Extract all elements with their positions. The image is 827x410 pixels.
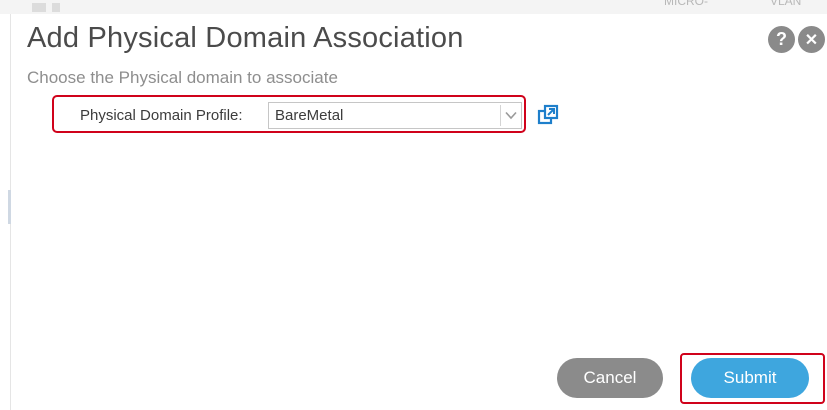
physical-domain-profile-label: Physical Domain Profile:: [80, 107, 243, 124]
select-value: BareMetal: [275, 107, 344, 124]
physical-domain-profile-select[interactable]: BareMetal: [268, 102, 522, 129]
submit-button[interactable]: Submit: [691, 358, 809, 398]
chevron-down-icon[interactable]: [504, 108, 518, 122]
close-glyph: ✕: [804, 31, 819, 49]
background-column-header: MICRO-: [664, 0, 708, 8]
background-column-header: VLAN: [770, 0, 802, 8]
dialog-header-actions: ? ✕: [768, 26, 825, 53]
cancel-button[interactable]: Cancel: [557, 358, 663, 398]
help-glyph: ?: [776, 29, 787, 49]
background-cell: [32, 3, 46, 12]
add-physical-domain-dialog: Add Physical Domain Association ? ✕ Choo…: [11, 14, 827, 410]
close-icon[interactable]: ✕: [798, 26, 825, 53]
background-table-header: MICRO- VLAN: [0, 0, 827, 14]
help-icon[interactable]: ?: [768, 26, 795, 53]
dialog-title: Add Physical Domain Association: [27, 22, 464, 54]
dialog-subtitle: Choose the Physical domain to associate: [27, 68, 338, 87]
background-cell: [52, 3, 60, 12]
open-external-icon[interactable]: [537, 104, 559, 126]
select-divider: [500, 105, 501, 126]
